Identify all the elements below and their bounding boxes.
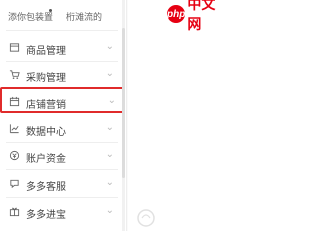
gift-icon	[9, 207, 20, 217]
calendar-icon	[9, 96, 20, 107]
sidebar-item-label: 数据中心	[26, 127, 66, 138]
sidebar: 添你包装置 桁滩流的 商品管理 ⌄ 采购管理 ⌄ 店铺营销 ⌄ 数据中心 ⌄ 账…	[0, 0, 126, 231]
divider	[6, 169, 118, 170]
sidebar-item-label: 店铺营销	[26, 100, 66, 111]
sidebar-item-label: 采购管理	[26, 73, 66, 84]
sidebar-item-label: 商品管理	[26, 46, 66, 57]
chevron-down-icon: ⌄	[107, 95, 116, 106]
chevron-down-icon: ⌄	[105, 41, 114, 52]
chat-icon	[10, 179, 19, 189]
watermark	[132, 198, 219, 231]
chart-icon	[9, 124, 19, 134]
chevron-down-icon: ⌄	[105, 122, 114, 133]
main-content	[128, 0, 219, 231]
sidebar-item-purchase-management[interactable]: 采购管理 ⌄	[2, 62, 120, 88]
divider	[6, 197, 118, 198]
wallet-icon	[9, 150, 20, 161]
logo-text: 中文网	[187, 0, 216, 32]
sidebar-top-row: 添你包装置 桁滩流的	[8, 9, 118, 24]
sidebar-item-label: 多多客服	[26, 182, 66, 193]
logo-mark: php	[167, 5, 186, 23]
folder-icon	[9, 43, 20, 52]
sidebar-item-label: 账户资金	[26, 154, 66, 165]
chevron-down-icon: ⌄	[105, 68, 114, 79]
top-link-right[interactable]: 桁滩流的	[66, 10, 102, 23]
site-logo: php 中文网	[167, 0, 219, 32]
sidebar-scrollbar-thumb[interactable]	[122, 28, 125, 178]
watermark-graphic	[137, 209, 155, 227]
top-link-left[interactable]: 添你包装置	[8, 10, 53, 23]
sidebar-item-data-center[interactable]: 数据中心 ⌄	[2, 116, 120, 142]
sidebar-item-duoduo-jinbao[interactable]: 多多进宝 ⌄	[2, 199, 120, 225]
divider	[6, 30, 118, 31]
cart-icon	[9, 70, 20, 79]
notification-dot	[49, 9, 52, 12]
sidebar-item-product-management[interactable]: 商品管理 ⌄	[2, 35, 120, 61]
sidebar-item-store-marketing[interactable]: 店铺营销 ⌄	[0, 87, 124, 113]
chevron-down-icon: ⌄	[105, 149, 114, 160]
chevron-down-icon: ⌄	[105, 205, 114, 216]
sidebar-item-account-funds[interactable]: 账户资金 ⌄	[2, 143, 120, 169]
chevron-down-icon: ⌄	[105, 177, 114, 188]
sidebar-item-customer-service[interactable]: 多多客服 ⌄	[2, 171, 120, 197]
sidebar-item-label: 多多进宝	[26, 210, 66, 221]
